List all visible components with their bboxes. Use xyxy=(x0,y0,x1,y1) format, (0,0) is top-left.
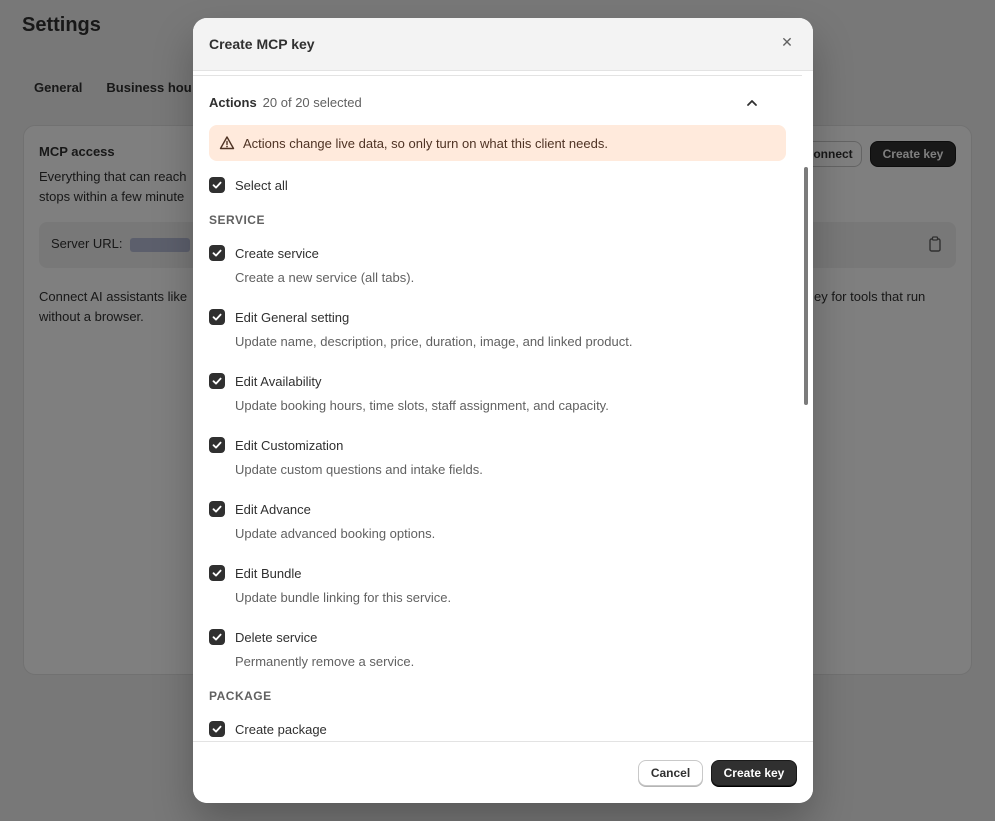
actions-section-header[interactable]: Actions 20 of 20 selected xyxy=(209,95,362,110)
action-checkbox[interactable] xyxy=(209,501,225,517)
action-label: Edit Customization xyxy=(235,438,344,453)
action-checkbox[interactable] xyxy=(209,245,225,261)
create-key-button[interactable]: Create key xyxy=(711,760,797,786)
action-description: Update name, description, price, duratio… xyxy=(235,334,633,349)
action-checkbox[interactable] xyxy=(209,629,225,645)
warning-icon xyxy=(219,135,235,151)
warning-text: Actions change live data, so only turn o… xyxy=(243,136,608,151)
action-description: Create a new service (all tabs). xyxy=(235,270,415,285)
action-description: Update bundle linking for this service. xyxy=(235,590,452,605)
action-label: Edit Availability xyxy=(235,374,322,389)
action-label: Delete service xyxy=(235,630,318,645)
action-checkbox[interactable] xyxy=(209,565,225,581)
action-description: Update advanced booking options. xyxy=(235,526,436,541)
action-checkbox[interactable] xyxy=(209,309,225,325)
modal-footer: Cancel Create key xyxy=(193,741,813,803)
action-label: Edit General setting xyxy=(235,310,350,325)
scrollbar-thumb[interactable] xyxy=(804,167,808,405)
action-label: Create package xyxy=(235,722,327,737)
select-all-checkbox[interactable] xyxy=(209,177,225,193)
close-icon[interactable]: ✕ xyxy=(779,34,795,50)
action-label: Edit Bundle xyxy=(235,566,302,581)
action-description: Permanently remove a service. xyxy=(235,654,415,669)
modal-body[interactable]: Actions 20 of 20 selected Actions change … xyxy=(193,71,813,741)
create-mcp-key-modal: Create MCP key ✕ Actions 20 of 20 selecte… xyxy=(193,18,813,803)
action-label: Create service xyxy=(235,246,319,261)
actions-count: 20 of 20 selected xyxy=(262,95,362,110)
action-description: Update booking hours, time slots, staff … xyxy=(235,398,609,413)
divider xyxy=(193,75,802,76)
action-checkbox[interactable] xyxy=(209,373,225,389)
action-checkbox[interactable] xyxy=(209,437,225,453)
actions-label: Actions xyxy=(209,95,257,110)
group-heading-package: PACKAGE xyxy=(209,689,272,703)
action-checkbox[interactable] xyxy=(209,721,225,737)
chevron-up-icon[interactable] xyxy=(745,96,759,110)
cancel-button[interactable]: Cancel xyxy=(638,760,703,786)
action-description: Update custom questions and intake field… xyxy=(235,462,483,477)
modal-header: Create MCP key ✕ xyxy=(193,18,813,71)
group-heading-service: SERVICE xyxy=(209,213,265,227)
modal-title: Create MCP key xyxy=(209,36,315,52)
select-all-label: Select all xyxy=(235,178,288,193)
warning-banner: Actions change live data, so only turn o… xyxy=(209,125,786,161)
action-label: Edit Advance xyxy=(235,502,311,517)
